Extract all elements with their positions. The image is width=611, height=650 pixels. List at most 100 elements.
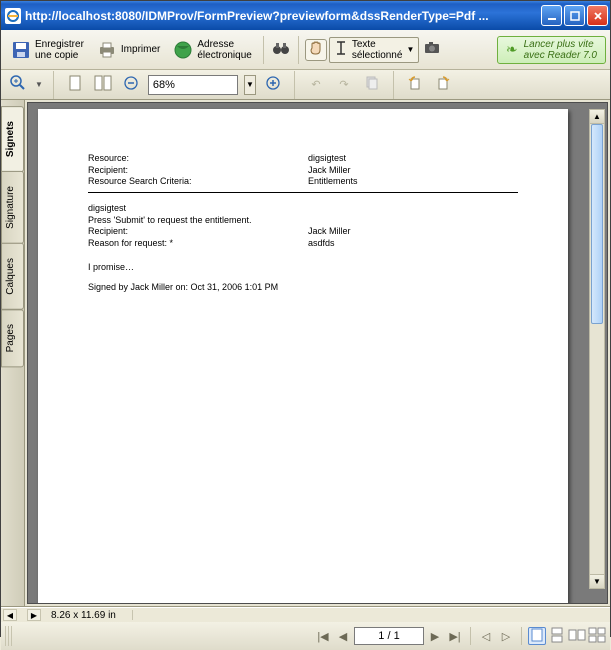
pdf-page: Resource:digsigtest Recipient:Jack Mille…	[38, 109, 568, 604]
field-value: Jack Miller	[308, 165, 518, 177]
save-copy-label: Enregistrer une copie	[35, 39, 84, 61]
facing-view[interactable]	[568, 627, 586, 645]
tab-signature[interactable]: Signature	[1, 171, 24, 244]
page-dimensions: 8.26 x 11.69 in	[51, 610, 116, 621]
single-page-view[interactable]	[528, 627, 546, 645]
field-value: Jack Miller	[308, 226, 518, 238]
minimize-button[interactable]	[541, 5, 562, 26]
pager-toolbar: |◀ ◀ ▶ ▶| ◁ ▷	[1, 622, 610, 650]
field-label: Reason for request: *	[88, 238, 308, 250]
zoom-in-button[interactable]	[262, 74, 284, 96]
gripper[interactable]	[5, 626, 12, 646]
text-cursor-icon	[334, 40, 348, 59]
facing-pages-button[interactable]	[92, 74, 114, 96]
doc-instruction: Press 'Submit' to request the entitlemen…	[88, 215, 518, 227]
field-value: Entitlements	[308, 176, 518, 188]
prev-page-button[interactable]: ◀	[334, 627, 352, 645]
binoculars-icon	[272, 39, 290, 60]
next-icon: ▶	[431, 630, 439, 643]
magnifier-plus-icon	[10, 75, 26, 94]
zoom-dropdown[interactable]: ▼	[244, 75, 256, 95]
page-area[interactable]: Resource:digsigtest Recipient:Jack Mille…	[27, 102, 608, 604]
page-icon	[68, 75, 82, 94]
floppy-icon	[10, 39, 32, 61]
pages-icon	[94, 75, 112, 94]
facing-icon	[569, 629, 585, 644]
main-toolbar: Enregistrer une copie Imprimer Adresse é…	[1, 30, 610, 70]
text-select-tool[interactable]: Texte sélectionné ▼	[329, 37, 420, 63]
single-page-icon	[531, 628, 543, 645]
copy-button[interactable]	[361, 74, 383, 96]
redo-button[interactable]: ↷	[333, 74, 355, 96]
toolbar-separator	[393, 71, 394, 99]
rotate-ccw-button[interactable]	[404, 74, 426, 96]
last-page-button[interactable]: ▶|	[446, 627, 464, 645]
scroll-down-button[interactable]: ▼	[590, 574, 604, 588]
back-icon: ◁	[482, 630, 490, 643]
reader-promo[interactable]: ❧ Lancer plus vite avec Reader 7.0	[497, 36, 606, 64]
zoom-input[interactable]	[148, 75, 238, 95]
toolbar-separator	[298, 36, 299, 64]
save-copy-button[interactable]: Enregistrer une copie	[5, 36, 89, 64]
chevron-down-icon[interactable]: ▼	[35, 80, 43, 89]
scroll-up-button[interactable]: ▲	[590, 110, 604, 124]
window-controls	[541, 5, 608, 26]
continuous-view[interactable]	[548, 627, 566, 645]
hscroll-track[interactable]	[132, 610, 608, 620]
minus-icon	[124, 76, 138, 93]
divider	[88, 192, 518, 193]
promo-text: Lancer plus vite avec Reader 7.0	[524, 39, 597, 61]
window-title: http://localhost:8080/IDMProv/FormPrevie…	[25, 9, 541, 23]
field-label: Resource:	[88, 153, 308, 165]
leaf-icon: ❧	[506, 41, 518, 58]
page-number-input[interactable]	[354, 627, 424, 645]
hscroll-right[interactable]: ▶	[27, 609, 41, 621]
hand-icon	[307, 39, 325, 60]
rotate-cw-button[interactable]	[432, 74, 454, 96]
single-page-button[interactable]	[64, 74, 86, 96]
forward-icon: ▷	[502, 630, 510, 643]
maximize-button[interactable]	[564, 5, 585, 26]
zoom-out-button[interactable]	[120, 74, 142, 96]
undo-button[interactable]: ↶	[305, 74, 327, 96]
chevron-down-icon: ▼	[246, 80, 254, 89]
next-page-button[interactable]: ▶	[426, 627, 444, 645]
vertical-scrollbar[interactable]: ▲ ▼	[589, 109, 605, 589]
field-label: Recipient:	[88, 226, 308, 238]
snapshot-button[interactable]	[421, 39, 443, 61]
scroll-thumb[interactable]	[591, 124, 603, 324]
tab-calques[interactable]: Calques	[1, 243, 24, 310]
print-button[interactable]: Imprimer	[91, 36, 165, 64]
document-content: Resource:digsigtest Recipient:Jack Mille…	[38, 109, 568, 337]
tab-signets[interactable]: Signets	[1, 106, 24, 172]
undo-icon: ↶	[311, 78, 320, 91]
prev-icon: ◀	[339, 630, 347, 643]
rotate-ccw-icon	[407, 75, 423, 94]
printer-icon	[96, 39, 118, 61]
toolbar-separator	[53, 71, 54, 99]
first-page-button[interactable]: |◀	[314, 627, 332, 645]
email-button[interactable]: Adresse électronique	[167, 36, 256, 64]
redo-icon: ↷	[339, 78, 348, 91]
rotate-cw-icon	[435, 75, 451, 94]
field-label: Resource Search Criteria:	[88, 176, 308, 188]
zoom-tool-button[interactable]	[7, 74, 29, 96]
field-label: Recipient:	[88, 165, 308, 177]
field-value: digsigtest	[308, 153, 518, 165]
toolbar-separator	[294, 71, 295, 99]
tab-pages[interactable]: Pages	[1, 309, 24, 367]
cont-facing-icon	[589, 628, 605, 645]
toolbar-separator	[263, 36, 264, 64]
hscroll-left[interactable]: ◀	[3, 609, 17, 621]
continuous-icon	[551, 628, 563, 645]
forward-button[interactable]: ▷	[497, 627, 515, 645]
navigation-pane: Signets Signature Calques Pages	[1, 100, 25, 606]
close-button[interactable]	[587, 5, 608, 26]
window-titlebar: http://localhost:8080/IDMProv/FormPrevie…	[1, 1, 610, 30]
hand-tool-button[interactable]	[305, 39, 327, 61]
globe-icon	[172, 39, 194, 61]
find-button[interactable]	[270, 39, 292, 61]
continuous-facing-view[interactable]	[588, 627, 606, 645]
back-button[interactable]: ◁	[477, 627, 495, 645]
text-select-label: Texte sélectionné	[352, 39, 403, 61]
